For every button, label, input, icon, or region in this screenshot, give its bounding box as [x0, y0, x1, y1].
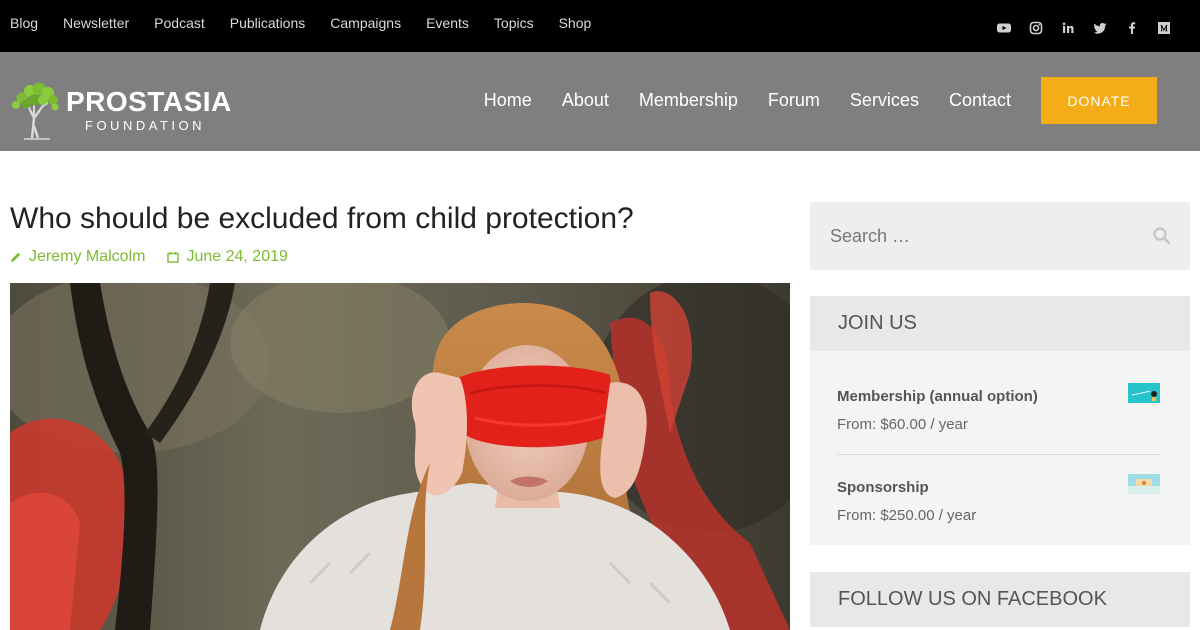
- nav-services[interactable]: Services: [850, 89, 919, 111]
- date-link[interactable]: June 24, 2019: [186, 248, 287, 266]
- nav-home[interactable]: Home: [484, 89, 532, 111]
- author-link[interactable]: Jeremy Malcolm: [29, 248, 145, 266]
- membership-thumbnail[interactable]: [1128, 383, 1160, 403]
- search-input[interactable]: [810, 202, 1130, 270]
- product-name[interactable]: Membership (annual option): [837, 387, 1160, 407]
- top-nav: Blog Newsletter Podcast Publications Cam…: [10, 14, 616, 32]
- date-meta: June 24, 2019: [167, 248, 288, 266]
- top-nav-topics[interactable]: Topics: [494, 14, 534, 32]
- sponsorship-thumbnail[interactable]: [1128, 474, 1160, 494]
- main-nav: Home About Membership Forum Services Con…: [454, 89, 1011, 111]
- nav-about[interactable]: About: [562, 89, 609, 111]
- instagram-icon[interactable]: [1028, 20, 1044, 36]
- facebook-heading: FOLLOW US ON FACEBOOK: [810, 572, 1190, 627]
- product-price: From: $60.00 / year: [837, 416, 968, 433]
- top-nav-publications[interactable]: Publications: [230, 14, 306, 32]
- logo-name: PROSTASIA: [66, 86, 232, 117]
- top-nav-events[interactable]: Events: [426, 14, 469, 32]
- top-nav-podcast[interactable]: Podcast: [154, 14, 205, 32]
- product-item: Membership (annual option) From: $60.00 …: [837, 383, 1160, 435]
- linkedin-icon[interactable]: [1060, 20, 1076, 36]
- featured-image: [10, 283, 790, 630]
- top-nav-campaigns[interactable]: Campaigns: [330, 14, 401, 32]
- nav-forum[interactable]: Forum: [768, 89, 820, 111]
- join-us-widget: Membership (annual option) From: $60.00 …: [810, 351, 1190, 545]
- site-header: PROSTASIA FOUNDATION Home About Membersh…: [0, 52, 1200, 151]
- product-price: From: $250.00 / year: [837, 507, 977, 524]
- logo-text: PROSTASIA FOUNDATION: [66, 87, 232, 133]
- donate-button[interactable]: DONATE: [1041, 77, 1157, 124]
- twitter-icon[interactable]: [1092, 20, 1108, 36]
- nav-contact[interactable]: Contact: [949, 89, 1011, 111]
- pencil-icon: [11, 252, 21, 262]
- facebook-icon[interactable]: [1124, 20, 1140, 36]
- product-name[interactable]: Sponsorship: [837, 478, 1160, 498]
- product-item: Sponsorship From: $250.00 / year: [837, 474, 1160, 526]
- calendar-icon: [167, 252, 180, 263]
- search-icon[interactable]: [1152, 226, 1172, 246]
- author-meta: Jeremy Malcolm: [10, 248, 145, 266]
- search-widget: [810, 202, 1190, 270]
- site-logo[interactable]: PROSTASIA FOUNDATION: [10, 80, 232, 140]
- join-us-heading: JOIN US: [810, 296, 1190, 351]
- top-nav-newsletter[interactable]: Newsletter: [63, 14, 129, 32]
- logo-subtitle: FOUNDATION: [85, 118, 205, 133]
- tree-logo-icon: [12, 82, 59, 140]
- youtube-icon[interactable]: [996, 20, 1012, 36]
- top-nav-blog[interactable]: Blog: [10, 14, 38, 32]
- article-meta: Jeremy Malcolm June 24, 2019: [10, 248, 310, 266]
- top-utility-bar: Blog Newsletter Podcast Publications Cam…: [0, 0, 1200, 52]
- top-nav-shop[interactable]: Shop: [559, 14, 592, 32]
- product-divider: [837, 454, 1160, 455]
- medium-icon[interactable]: [1156, 20, 1172, 36]
- nav-membership[interactable]: Membership: [639, 89, 738, 111]
- article-title: Who should be excluded from child protec…: [10, 202, 634, 235]
- social-links: [996, 20, 1172, 36]
